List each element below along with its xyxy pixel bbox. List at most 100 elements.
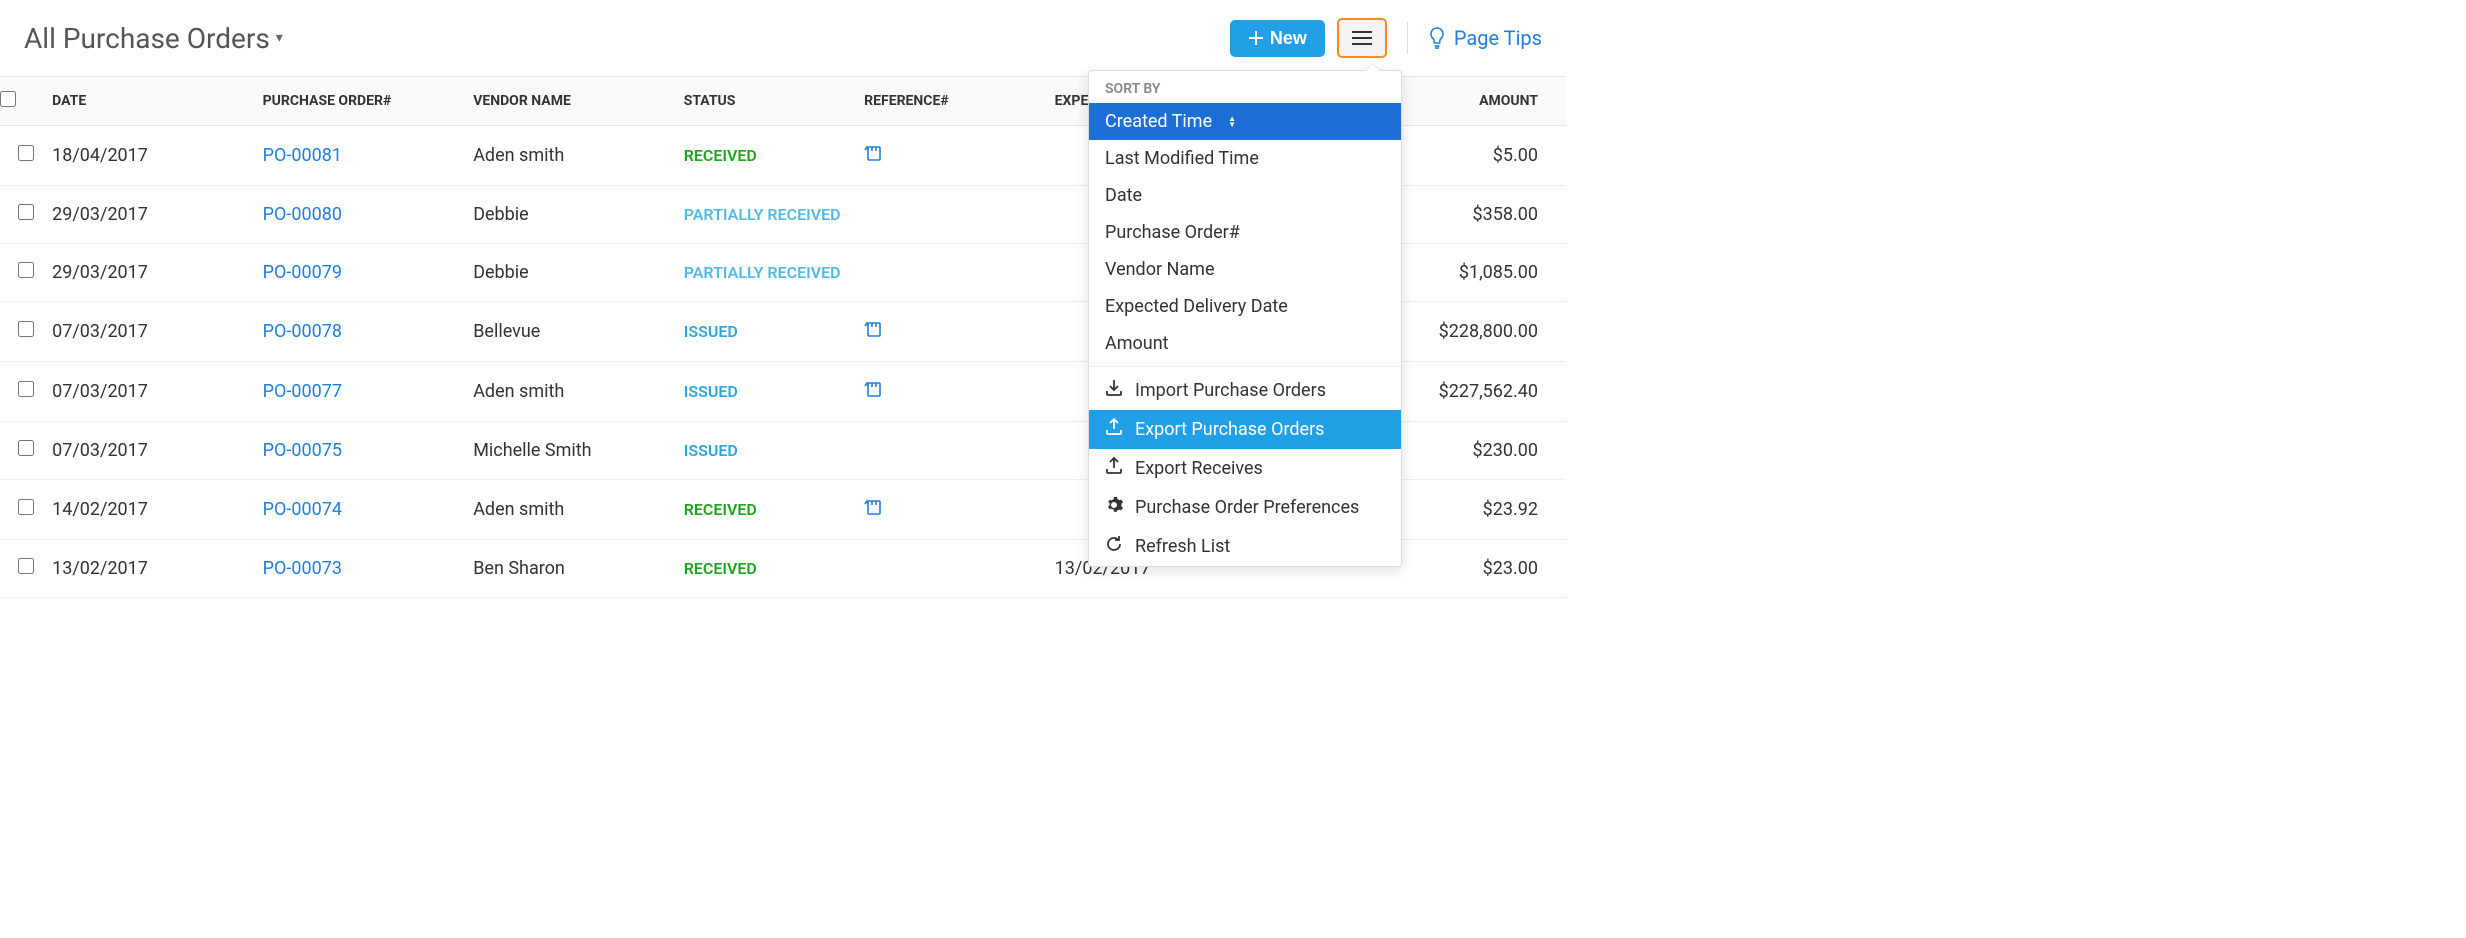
- cell-date: 07/03/2017: [52, 422, 263, 480]
- po-link[interactable]: PO-00074: [263, 499, 342, 520]
- sort-option[interactable]: Created Time ▲▼: [1089, 103, 1401, 140]
- col-amount[interactable]: AMOUNT: [1375, 77, 1566, 126]
- page-tips-link[interactable]: Page Tips: [1428, 26, 1542, 50]
- status-badge: ISSUED: [684, 322, 738, 341]
- menu-action-label: Import Purchase Orders: [1135, 380, 1326, 401]
- po-link[interactable]: PO-00079: [263, 262, 342, 283]
- po-link[interactable]: PO-00078: [263, 321, 342, 342]
- po-link[interactable]: PO-00073: [263, 558, 342, 579]
- menu-action[interactable]: Export Receives: [1089, 449, 1401, 488]
- hamburger-dropdown: SORT BY Created Time ▲▼ Last Modified Time…: [1088, 70, 1402, 567]
- row-checkbox[interactable]: [18, 558, 34, 574]
- sort-option-label: Date: [1105, 185, 1142, 206]
- cell-vendor: Ben Sharon: [473, 540, 684, 598]
- cell-amount: $230.00: [1375, 422, 1566, 480]
- caret-down-icon: ▾: [276, 30, 283, 46]
- sort-option[interactable]: Expected Delivery Date: [1089, 288, 1401, 325]
- cell-amount: $227,562.40: [1375, 362, 1566, 422]
- cell-date: 29/03/2017: [52, 244, 263, 302]
- sort-option-label: Last Modified Time: [1105, 148, 1259, 169]
- hamburger-menu-button[interactable]: [1337, 18, 1387, 58]
- cell-date: 07/03/2017: [52, 302, 263, 362]
- refresh-icon: [1105, 535, 1123, 558]
- gear-icon: [1105, 496, 1123, 519]
- cell-vendor: Bellevue: [473, 302, 684, 362]
- po-link[interactable]: PO-00081: [263, 145, 342, 166]
- cell-vendor: Aden smith: [473, 362, 684, 422]
- menu-action-label: Export Receives: [1135, 458, 1263, 479]
- sort-indicator-icon: ▲▼: [1228, 116, 1236, 128]
- separator: [1089, 366, 1401, 367]
- cell-date: 18/04/2017: [52, 126, 263, 186]
- cell-amount: $228,800.00: [1375, 302, 1566, 362]
- col-date[interactable]: DATE: [52, 77, 263, 126]
- status-badge: RECEIVED: [684, 500, 757, 519]
- po-link[interactable]: PO-00077: [263, 381, 342, 402]
- sort-option[interactable]: Vendor Name: [1089, 251, 1401, 288]
- status-badge: ISSUED: [684, 441, 738, 460]
- cell-vendor: Michelle Smith: [473, 422, 684, 480]
- sort-option-label: Amount: [1105, 333, 1169, 354]
- sort-option[interactable]: Date: [1089, 177, 1401, 214]
- sort-option[interactable]: Purchase Order#: [1089, 214, 1401, 251]
- cell-amount: $23.00: [1375, 540, 1566, 598]
- menu-action[interactable]: Refresh List: [1089, 527, 1401, 566]
- row-checkbox[interactable]: [18, 321, 34, 337]
- select-all-checkbox[interactable]: [0, 91, 16, 107]
- cell-date: 14/02/2017: [52, 480, 263, 540]
- col-vendor[interactable]: VENDOR NAME: [473, 77, 684, 126]
- menu-action-label: Refresh List: [1135, 536, 1230, 557]
- plus-icon: [1248, 30, 1264, 46]
- receive-icon[interactable]: [864, 382, 882, 403]
- export-icon: [1105, 418, 1123, 441]
- sort-by-label: SORT BY: [1089, 71, 1401, 103]
- new-button-label: New: [1270, 28, 1307, 49]
- view-selector[interactable]: All Purchase Orders ▾: [24, 22, 283, 55]
- po-link[interactable]: PO-00075: [263, 440, 342, 461]
- col-status[interactable]: STATUS: [684, 77, 864, 126]
- divider: [1407, 22, 1408, 54]
- receive-icon[interactable]: [864, 322, 882, 343]
- row-checkbox[interactable]: [18, 262, 34, 278]
- status-badge: PARTIALLY RECEIVED: [684, 263, 841, 282]
- status-badge: PARTIALLY RECEIVED: [684, 205, 841, 224]
- sort-option-label: Created Time: [1105, 111, 1212, 132]
- row-checkbox[interactable]: [18, 499, 34, 515]
- cell-date: 29/03/2017: [52, 186, 263, 244]
- cell-vendor: Debbie: [473, 186, 684, 244]
- row-checkbox[interactable]: [18, 145, 34, 161]
- cell-date: 07/03/2017: [52, 362, 263, 422]
- hamburger-icon: [1352, 31, 1372, 45]
- page-tips-label: Page Tips: [1454, 26, 1542, 50]
- cell-amount: $23.92: [1375, 480, 1566, 540]
- status-badge: RECEIVED: [684, 146, 757, 165]
- menu-action[interactable]: Export Purchase Orders: [1089, 410, 1401, 449]
- row-checkbox[interactable]: [18, 440, 34, 456]
- menu-action[interactable]: Purchase Order Preferences: [1089, 488, 1401, 527]
- sort-option-label: Purchase Order#: [1105, 222, 1240, 243]
- cell-amount: $1,085.00: [1375, 244, 1566, 302]
- menu-action[interactable]: Import Purchase Orders: [1089, 371, 1401, 410]
- row-checkbox[interactable]: [18, 381, 34, 397]
- sort-option[interactable]: Amount: [1089, 325, 1401, 362]
- menu-action-label: Purchase Order Preferences: [1135, 497, 1359, 518]
- sort-option[interactable]: Last Modified Time: [1089, 140, 1401, 177]
- new-button[interactable]: New: [1230, 20, 1325, 57]
- export-icon: [1105, 457, 1123, 480]
- cell-amount: $5.00: [1375, 126, 1566, 186]
- lightbulb-icon: [1428, 27, 1446, 49]
- cell-date: 13/02/2017: [52, 540, 263, 598]
- cell-amount: $358.00: [1375, 186, 1566, 244]
- sort-option-label: Expected Delivery Date: [1105, 296, 1288, 317]
- cell-vendor: Aden smith: [473, 126, 684, 186]
- cell-vendor: Aden smith: [473, 480, 684, 540]
- menu-action-label: Export Purchase Orders: [1135, 419, 1324, 440]
- receive-icon[interactable]: [864, 500, 882, 521]
- receive-icon[interactable]: [864, 146, 882, 167]
- col-po[interactable]: PURCHASE ORDER#: [263, 77, 474, 126]
- status-badge: ISSUED: [684, 382, 738, 401]
- po-link[interactable]: PO-00080: [263, 204, 342, 225]
- col-reference[interactable]: REFERENCE#: [864, 77, 1054, 126]
- row-checkbox[interactable]: [18, 204, 34, 220]
- page-title: All Purchase Orders: [24, 22, 270, 55]
